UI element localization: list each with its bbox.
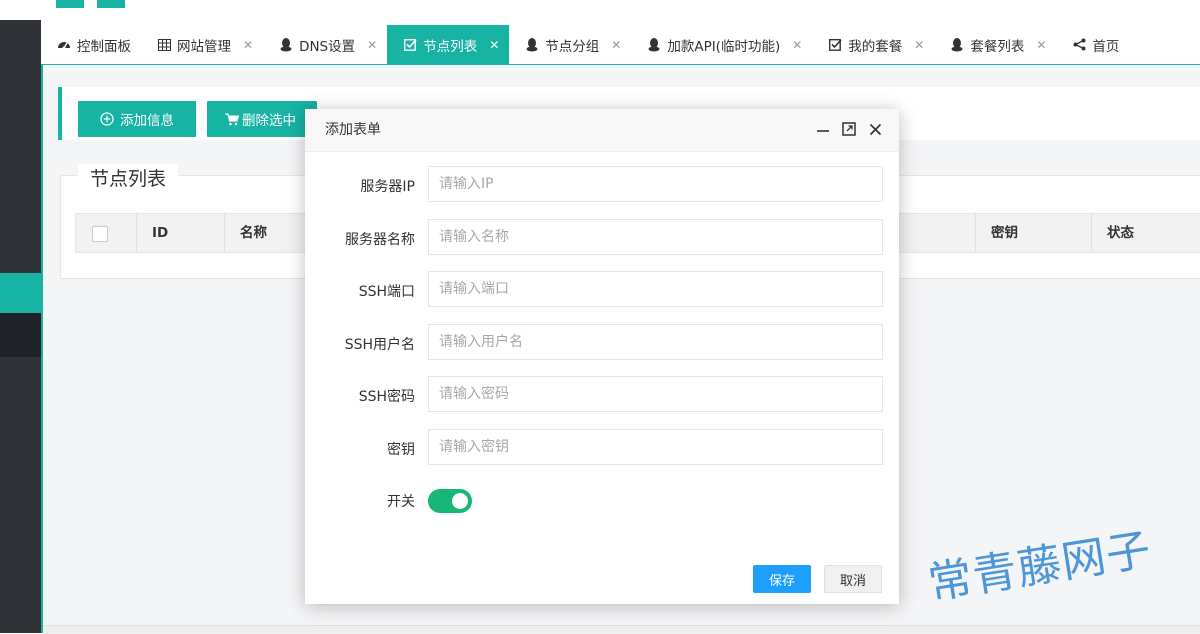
column-divider — [975, 214, 976, 252]
checkbox-icon — [403, 38, 417, 52]
server-name-input[interactable] — [428, 219, 883, 255]
tab-label: 控制面板 — [77, 38, 131, 55]
tab-label: 我的套餐 — [848, 38, 903, 55]
column-header-status[interactable]: 状态 — [1107, 214, 1134, 252]
tab-label: 套餐列表 — [970, 38, 1025, 55]
secret-key-label: 密钥 — [387, 442, 415, 458]
server-ip-label: 服务器IP — [360, 179, 415, 195]
ssh-port-label: SSH端口 — [358, 284, 415, 300]
table-icon — [157, 38, 171, 52]
close-icon[interactable]: ✕ — [367, 38, 377, 52]
tab-node-list[interactable]: 节点列表 ✕ — [387, 25, 510, 64]
dialog-title: 添加表单 — [325, 122, 381, 138]
delete-selected-button[interactable]: 删除选中 — [207, 101, 317, 137]
tab-dashboard[interactable]: 控制面板 — [41, 25, 141, 64]
close-icon[interactable]: ✕ — [243, 38, 253, 52]
close-icon[interactable]: ✕ — [914, 38, 924, 52]
tab-payment-api[interactable]: 加款API(临时功能) ✕ — [631, 25, 812, 64]
add-info-label: 添加信息 — [120, 113, 174, 129]
tab-home[interactable]: 首页 — [1056, 25, 1129, 64]
dialog-header: 添加表单 — [305, 109, 899, 152]
column-header-key[interactable]: 密钥 — [991, 214, 1018, 252]
select-all-checkbox[interactable] — [92, 226, 108, 242]
server-name-label: 服务器名称 — [345, 232, 415, 248]
tab-label: 加款API(临时功能) — [667, 38, 781, 55]
minimize-icon[interactable] — [814, 120, 832, 138]
sidebar — [0, 0, 41, 633]
ssh-password-label: SSH密码 — [358, 389, 415, 405]
sidebar-top — [0, 0, 41, 20]
sidebar-item-active[interactable] — [0, 273, 41, 313]
tab-dns-settings[interactable]: DNS设置 ✕ — [263, 25, 387, 64]
top-button-1[interactable] — [56, 0, 84, 8]
maximize-icon[interactable] — [840, 120, 858, 138]
switch-label: 开关 — [387, 494, 415, 510]
qq-penguin-icon — [647, 37, 661, 52]
close-icon[interactable]: ✕ — [611, 38, 621, 52]
switch-knob — [452, 493, 468, 509]
ssh-port-input[interactable] — [428, 271, 883, 307]
delete-selected-label: 删除选中 — [242, 113, 296, 129]
secret-key-input[interactable] — [428, 429, 883, 465]
page-title: 节点列表 — [78, 164, 179, 191]
close-icon[interactable]: ✕ — [489, 38, 499, 52]
tab-bar: 控制面板 网站管理 ✕ DNS设置 ✕ 节点列表 ✕ 节点分组 ✕ 加款API(… — [41, 25, 1200, 65]
ssh-password-input[interactable] — [428, 376, 883, 412]
top-button-2[interactable] — [97, 0, 125, 8]
column-divider — [136, 214, 137, 252]
close-icon[interactable] — [866, 120, 884, 138]
column-header-id[interactable]: ID — [152, 214, 168, 252]
server-ip-input[interactable] — [428, 166, 883, 202]
qq-penguin-icon — [950, 37, 964, 52]
tab-label: 节点列表 — [423, 38, 478, 55]
cancel-button[interactable]: 取消 — [824, 565, 882, 593]
close-icon[interactable]: ✕ — [792, 38, 802, 52]
column-divider — [224, 214, 225, 252]
column-header-name[interactable]: 名称 — [240, 214, 267, 252]
ssh-username-label: SSH用户名 — [344, 337, 415, 353]
add-info-button[interactable]: 添加信息 — [78, 101, 196, 137]
tab-my-plan[interactable]: 我的套餐 ✕ — [812, 25, 934, 64]
plus-circle-icon — [100, 112, 114, 126]
checkbox-icon — [828, 38, 842, 52]
tab-plan-list[interactable]: 套餐列表 ✕ — [934, 25, 1056, 64]
qq-penguin-icon — [279, 37, 293, 52]
tab-label: DNS设置 — [299, 38, 356, 55]
sidebar-item-selected-submenu[interactable] — [0, 313, 41, 357]
save-button[interactable]: 保存 — [753, 565, 811, 593]
column-divider — [1091, 214, 1092, 252]
share-icon — [1072, 38, 1086, 52]
tab-node-groups[interactable]: 节点分组 ✕ — [509, 25, 631, 64]
ssh-username-input[interactable] — [428, 324, 883, 360]
tab-website-management[interactable]: 网站管理 ✕ — [141, 25, 263, 64]
close-icon[interactable]: ✕ — [1036, 38, 1046, 52]
add-form-dialog: 添加表单 服务器IP 服务器名称 SSH端口 SSH用户名 SSH密码 密钥 开… — [305, 109, 899, 604]
qq-penguin-icon — [525, 37, 539, 52]
dashboard-icon — [57, 38, 71, 52]
cart-icon — [225, 113, 239, 126]
tab-label: 节点分组 — [545, 38, 600, 55]
tab-label: 首页 — [1092, 38, 1120, 55]
enable-switch[interactable] — [428, 489, 472, 513]
tab-label: 网站管理 — [177, 38, 231, 55]
